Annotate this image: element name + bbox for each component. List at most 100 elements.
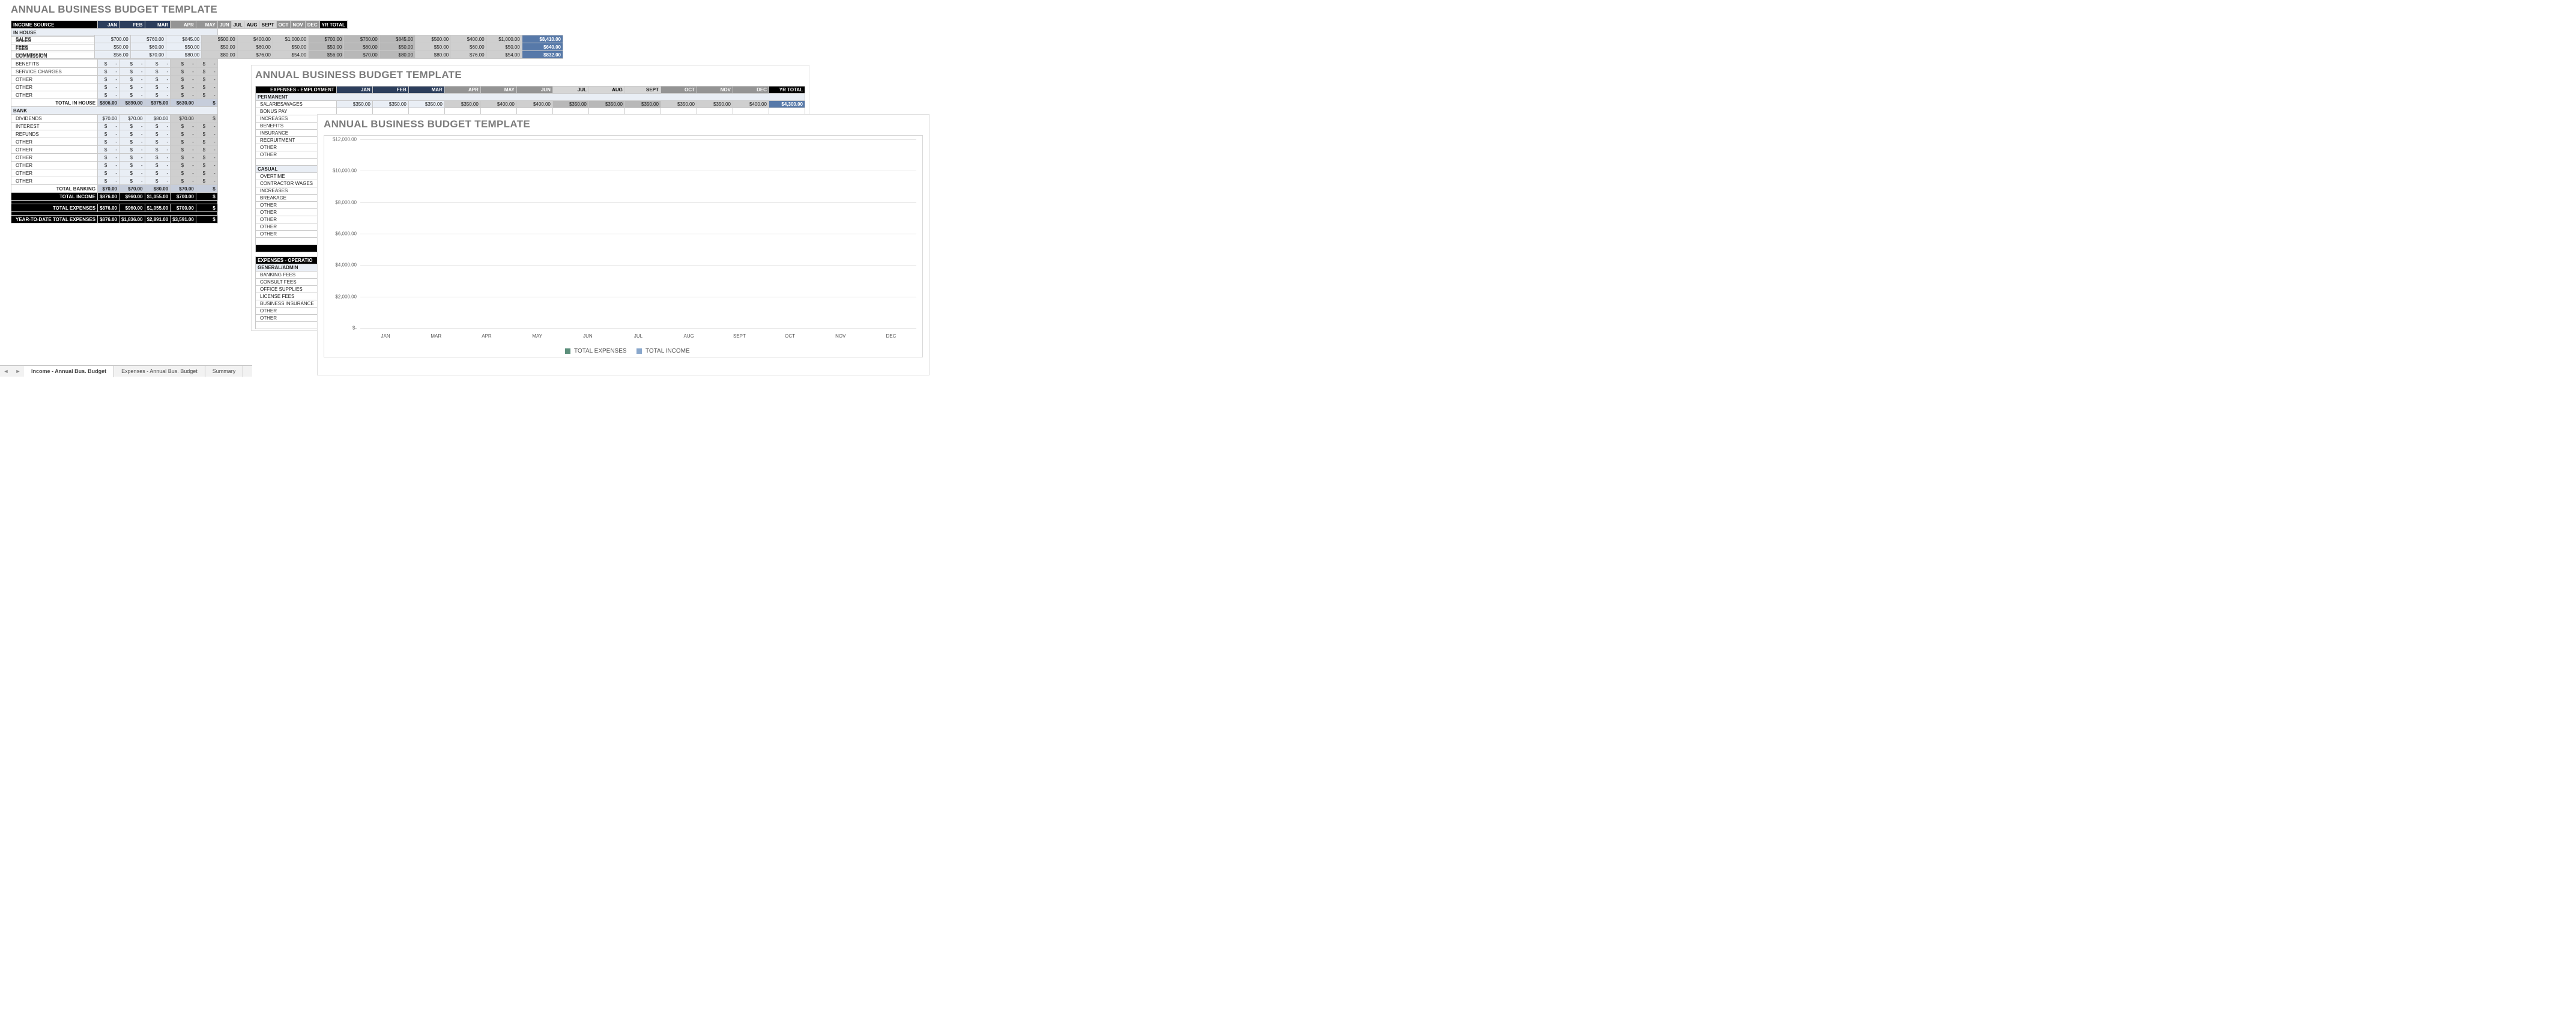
- cell[interactable]: $70.00: [119, 115, 145, 123]
- cell[interactable]: $-: [119, 76, 145, 83]
- cell[interactable]: $70.00: [119, 185, 145, 193]
- cell[interactable]: $-: [196, 138, 217, 146]
- cell[interactable]: $700.00: [95, 35, 130, 43]
- cell[interactable]: $400.00: [516, 101, 552, 108]
- cell[interactable]: $3,591.00: [171, 216, 196, 223]
- cell[interactable]: $-: [119, 68, 145, 76]
- cell[interactable]: $-: [119, 146, 145, 154]
- cell[interactable]: $50.00: [379, 43, 415, 51]
- cell[interactable]: $350.00: [588, 101, 624, 108]
- sheet-tab[interactable]: Summary: [205, 366, 244, 377]
- cell[interactable]: $350.00: [697, 101, 733, 108]
- cell[interactable]: $56.00: [95, 51, 130, 59]
- cell[interactable]: $50.00: [309, 43, 344, 51]
- cell[interactable]: $-: [119, 154, 145, 162]
- cell[interactable]: $70.00: [98, 115, 119, 123]
- cell[interactable]: $700.00: [171, 193, 196, 201]
- cell[interactable]: $-: [98, 138, 119, 146]
- cell[interactable]: $-: [119, 162, 145, 169]
- cell[interactable]: $-: [119, 91, 145, 99]
- cell[interactable]: $-: [145, 162, 171, 169]
- cell[interactable]: $-: [98, 177, 119, 185]
- cell[interactable]: $50.00: [486, 43, 522, 51]
- sheet-tab[interactable]: Income - Annual Bus. Budget: [24, 366, 114, 377]
- cell[interactable]: $400.00: [451, 35, 486, 43]
- tab-nav-prev[interactable]: ◄: [0, 366, 12, 377]
- cell[interactable]: $-: [98, 146, 119, 154]
- cell[interactable]: $-: [171, 138, 196, 146]
- cell[interactable]: $-: [171, 76, 196, 83]
- cell[interactable]: $80.00: [145, 185, 171, 193]
- cell[interactable]: $-: [119, 123, 145, 130]
- cell[interactable]: $350.00: [661, 101, 697, 108]
- cell[interactable]: $-: [196, 130, 217, 138]
- cell[interactable]: $54.00: [273, 51, 308, 59]
- cell[interactable]: $-: [196, 146, 217, 154]
- cell[interactable]: $1,000.00: [486, 35, 522, 43]
- cell[interactable]: $: [196, 193, 217, 201]
- cell[interactable]: $80.00: [379, 51, 415, 59]
- cell[interactable]: $400.00: [733, 101, 769, 108]
- cell[interactable]: $50.00: [95, 43, 130, 51]
- cell[interactable]: $-: [196, 76, 217, 83]
- cell[interactable]: $56.00: [309, 51, 344, 59]
- cell[interactable]: $-: [98, 130, 119, 138]
- cell[interactable]: $-: [196, 123, 217, 130]
- cell[interactable]: $1,836.00: [119, 216, 145, 223]
- cell[interactable]: $-: [145, 76, 171, 83]
- cell[interactable]: $-: [171, 177, 196, 185]
- cell[interactable]: $-: [145, 154, 171, 162]
- cell[interactable]: $350.00: [408, 101, 444, 108]
- cell[interactable]: $: [196, 216, 217, 223]
- cell[interactable]: $806.00: [98, 99, 119, 107]
- cell[interactable]: $-: [145, 83, 171, 91]
- cell[interactable]: $-: [119, 177, 145, 185]
- cell[interactable]: $-: [145, 169, 171, 177]
- cell[interactable]: $350.00: [444, 101, 480, 108]
- cell[interactable]: $: [196, 115, 217, 123]
- cell[interactable]: $: [196, 204, 217, 212]
- cell[interactable]: $-: [119, 130, 145, 138]
- cell[interactable]: $845.00: [166, 35, 202, 43]
- cell[interactable]: $-: [196, 154, 217, 162]
- cell[interactable]: $960.00: [119, 193, 145, 201]
- cell[interactable]: $760.00: [130, 35, 166, 43]
- cell[interactable]: $700.00: [171, 204, 196, 212]
- cell[interactable]: $-: [98, 83, 119, 91]
- cell[interactable]: $760.00: [344, 35, 379, 43]
- cell[interactable]: $-: [196, 60, 217, 68]
- tab-nav-next[interactable]: ►: [12, 366, 24, 377]
- cell[interactable]: $80.00: [415, 51, 450, 59]
- cell[interactable]: $70.00: [98, 185, 119, 193]
- cell[interactable]: $-: [171, 169, 196, 177]
- cell[interactable]: $60.00: [237, 43, 273, 51]
- cell[interactable]: $1,000.00: [273, 35, 308, 43]
- cell[interactable]: $-: [119, 138, 145, 146]
- cell[interactable]: $500.00: [415, 35, 450, 43]
- cell[interactable]: $50.00: [273, 43, 308, 51]
- cell[interactable]: $76.00: [237, 51, 273, 59]
- cell[interactable]: $70.00: [171, 185, 196, 193]
- cell[interactable]: $-: [171, 123, 196, 130]
- cell[interactable]: $-: [196, 83, 217, 91]
- cell[interactable]: $50.00: [166, 43, 202, 51]
- cell[interactable]: $876.00: [98, 216, 119, 223]
- cell[interactable]: $-: [171, 154, 196, 162]
- cell[interactable]: $60.00: [344, 43, 379, 51]
- cell[interactable]: $-: [196, 91, 217, 99]
- cell[interactable]: $960.00: [119, 204, 145, 212]
- cell[interactable]: $-: [98, 68, 119, 76]
- cell[interactable]: $-: [145, 130, 171, 138]
- cell[interactable]: $350.00: [552, 101, 588, 108]
- cell[interactable]: $-: [171, 91, 196, 99]
- cell[interactable]: $70.00: [171, 115, 196, 123]
- cell[interactable]: $-: [171, 60, 196, 68]
- cell[interactable]: $-: [196, 169, 217, 177]
- cell[interactable]: $-: [98, 76, 119, 83]
- cell[interactable]: $50.00: [202, 43, 237, 51]
- cell[interactable]: $-: [196, 68, 217, 76]
- cell[interactable]: $-: [119, 60, 145, 68]
- cell[interactable]: $400.00: [480, 101, 516, 108]
- cell[interactable]: $-: [145, 138, 171, 146]
- cell[interactable]: $-: [98, 169, 119, 177]
